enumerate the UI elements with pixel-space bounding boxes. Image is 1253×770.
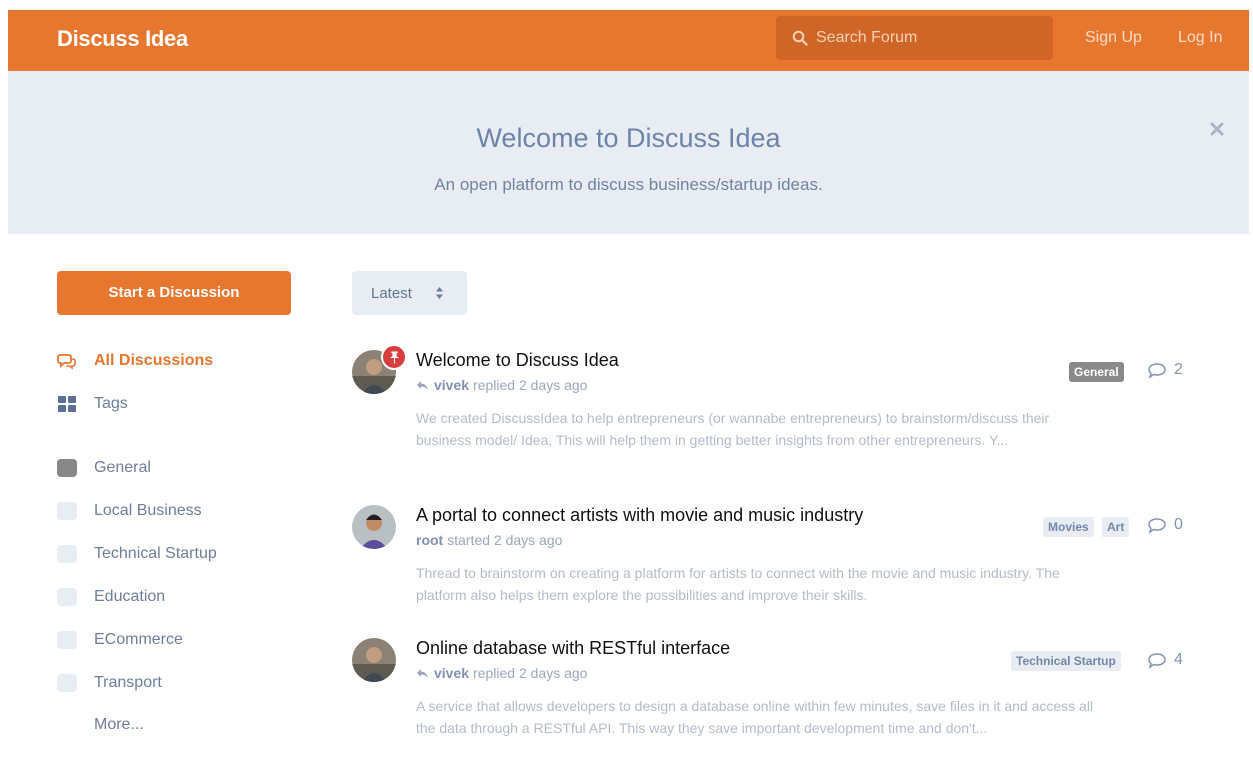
brand-logo[interactable]: Discuss Idea [57,26,188,52]
discussion-title[interactable]: Online database with RESTful interface [416,638,730,659]
search-input[interactable]: Search Forum [816,29,917,47]
hero-title: Welcome to Discuss Idea [476,123,781,153]
discussion-time: started 2 days ago [447,532,563,548]
discussion-author[interactable]: vivek [434,665,469,681]
tag-color-swatch [57,502,77,520]
discussion-author[interactable]: root [416,532,443,548]
discussion-excerpt: A service that allows developers to desi… [416,698,1094,736]
search-icon [792,30,808,46]
sign-up-link[interactable]: Sign Up [1085,29,1142,47]
sidebar-item-label: Local Business [94,502,202,519]
sidebar-item-tags[interactable]: Tags [57,393,128,415]
sidebar-item-all-discussions[interactable]: All Discussions [57,350,213,372]
avatar[interactable] [352,638,396,682]
tag-badge[interactable]: Movies [1043,517,1094,537]
avatar[interactable] [352,505,396,549]
header-bar: Discuss Idea Search Forum Sign Up Log In [8,10,1249,71]
tag-color-swatch [57,545,77,563]
sidebar-item-label: All Discussions [94,352,214,369]
reply-count-value: 2 [1174,361,1183,378]
pinned-badge [381,344,407,370]
sidebar-item-label: Tags [94,395,128,412]
sidebar-tag-education[interactable]: Education [57,586,165,608]
discussion-excerpt: We created DiscussIdea to help entrepren… [416,410,1050,448]
reply-count[interactable]: 2 [1147,361,1183,379]
discussion-title[interactable]: Welcome to Discuss Idea [416,350,619,371]
tag-badge[interactable]: General [1069,362,1124,382]
sidebar-item-label: ECommerce [94,631,183,648]
reply-icon [416,380,429,391]
tag-color-swatch [57,459,77,477]
sidebar-more-link[interactable]: More... [94,716,144,734]
hero-subtitle: An open platform to discuss business/sta… [434,175,823,194]
discussion-excerpt: Thread to brainstorm on creating a platf… [416,565,1060,603]
log-in-link[interactable]: Log In [1178,29,1222,47]
pin-icon [389,351,399,363]
sidebar-item-label: Technical Startup [94,545,217,562]
comment-icon [1148,517,1166,534]
discussion-time: replied 2 days ago [473,665,588,681]
tag-color-swatch [57,631,77,649]
comment-icon [1148,362,1166,379]
discussion-item[interactable]: Online database with RESTful interface v… [352,638,1192,763]
sort-label: Latest [371,285,412,302]
tag-badge[interactable]: Technical Startup [1011,651,1121,671]
reply-count[interactable]: 0 [1147,516,1183,534]
tag-color-swatch [57,588,77,606]
sidebar-tag-local-business[interactable]: Local Business [57,500,202,522]
welcome-hero: Welcome to Discuss Idea An open platform… [8,71,1249,234]
tags-icon [57,394,77,414]
discussion-author[interactable]: vivek [434,377,469,393]
reply-count-value: 4 [1174,651,1183,668]
discussion-meta: root started 2 days ago [416,532,562,548]
sidebar-item-label: Transport [94,674,162,691]
reply-count-value: 0 [1174,516,1183,533]
discussion-meta: vivek replied 2 days ago [416,377,587,393]
close-icon[interactable] [1209,121,1225,137]
search-box[interactable]: Search Forum [776,16,1053,60]
sidebar-tag-general[interactable]: General [57,457,151,479]
discussion-meta: vivek replied 2 days ago [416,665,587,681]
sort-dropdown[interactable]: Latest [352,271,467,315]
comment-icon [1148,652,1166,669]
sidebar-item-label: Education [94,588,166,605]
sidebar-item-label: General [94,459,151,476]
discussion-time: replied 2 days ago [473,377,588,393]
tag-color-swatch [57,674,77,692]
reply-count[interactable]: 4 [1147,651,1183,669]
discussion-item[interactable]: A portal to connect artists with movie a… [352,505,1192,615]
discussions-icon [57,351,77,371]
sort-caret-icon [436,287,443,299]
start-discussion-button[interactable]: Start a Discussion [57,271,291,315]
sidebar-tag-ecommerce[interactable]: ECommerce [57,629,183,651]
reply-icon [416,668,429,679]
sidebar-tag-transport[interactable]: Transport [57,672,162,694]
tag-badge[interactable]: Art [1102,517,1130,537]
discussion-title[interactable]: A portal to connect artists with movie a… [416,505,863,526]
sidebar-tag-technical-startup[interactable]: Technical Startup [57,543,217,565]
discussion-item[interactable]: Welcome to Discuss Idea vivek replied 2 … [352,344,1192,480]
